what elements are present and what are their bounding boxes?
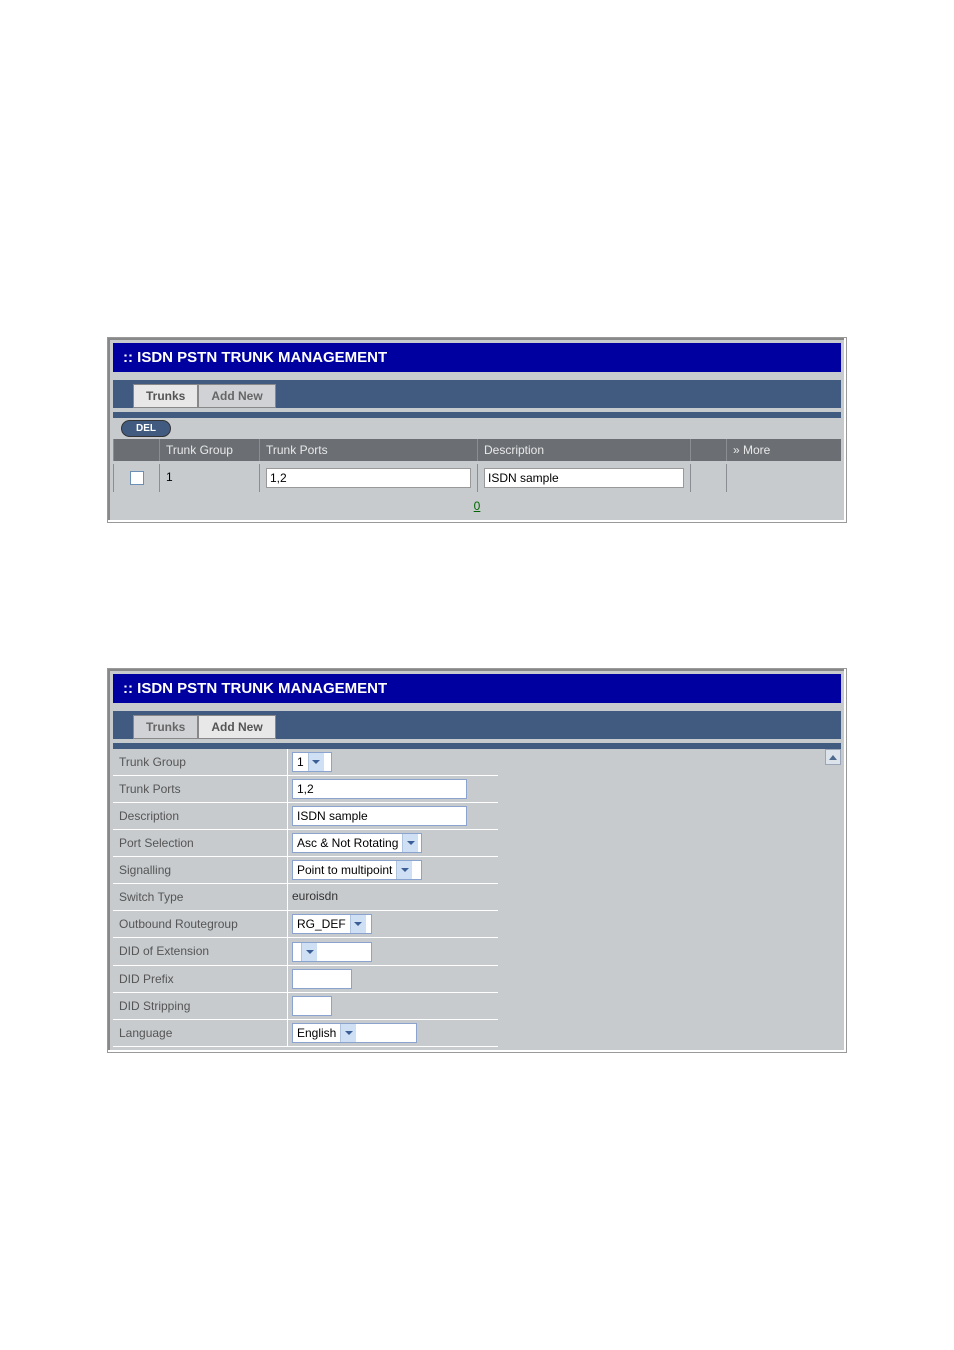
- panel-title: :: ISDN PSTN TRUNK MANAGEMENT: [113, 343, 841, 372]
- label-outbound-routegroup: Outbound Routegroup: [113, 911, 288, 937]
- field-did-stripping: [288, 993, 498, 1019]
- row-group: 1: [159, 464, 259, 492]
- form-row-trunk-ports: Trunk Ports: [113, 776, 498, 803]
- header-trunk-group: Trunk Group: [159, 439, 259, 461]
- form-container: Trunk Group 1 Trunk Ports Description: [113, 749, 841, 1047]
- label-description: Description: [113, 803, 288, 829]
- input-description[interactable]: [292, 806, 467, 826]
- more-link[interactable]: More: [733, 443, 770, 457]
- form-row-did-stripping: DID Stripping: [113, 993, 498, 1020]
- select-did-of-extension[interactable]: [292, 942, 372, 962]
- input-trunk-ports[interactable]: [292, 779, 467, 799]
- field-did-prefix: [288, 966, 498, 992]
- row-checkbox[interactable]: [130, 471, 144, 485]
- tab-add-new[interactable]: Add New: [198, 715, 275, 739]
- form-row-port-selection: Port Selection Asc & Not Rotating: [113, 830, 498, 857]
- select-language[interactable]: English: [292, 1023, 417, 1043]
- tab-trunks[interactable]: Trunks: [133, 715, 198, 739]
- toolbar: DEL: [113, 418, 841, 439]
- row-desc-cell: [477, 464, 690, 492]
- text-switch-type: euroisdn: [292, 887, 494, 905]
- select-signalling[interactable]: Point to multipoint: [292, 860, 422, 880]
- field-switch-type: euroisdn: [288, 884, 498, 910]
- tab-add-new[interactable]: Add New: [198, 384, 275, 408]
- row-spacer: [690, 464, 726, 492]
- chevron-down-icon: [340, 1024, 356, 1042]
- page-link[interactable]: 0: [474, 499, 481, 513]
- chevron-down-icon: [350, 915, 366, 933]
- select-text: 1: [293, 755, 308, 769]
- header-spacer: [690, 439, 726, 461]
- form-row-switch-type: Switch Type euroisdn: [113, 884, 498, 911]
- field-signalling: Point to multipoint: [288, 857, 498, 883]
- form-right: [498, 749, 841, 1047]
- table-row: 1: [113, 461, 841, 495]
- form-row-did-prefix: DID Prefix: [113, 966, 498, 993]
- tab-trunks[interactable]: Trunks: [133, 384, 198, 408]
- header-trunk-ports: Trunk Ports: [259, 439, 477, 461]
- select-text: English: [293, 1026, 340, 1040]
- form-row-language: Language English: [113, 1020, 498, 1047]
- header-more: More: [726, 439, 841, 461]
- field-trunk-group: 1: [288, 749, 498, 775]
- select-text: Asc & Not Rotating: [293, 836, 402, 850]
- field-port-selection: Asc & Not Rotating: [288, 830, 498, 856]
- label-language: Language: [113, 1020, 288, 1046]
- label-did-stripping: DID Stripping: [113, 993, 288, 1019]
- input-did-prefix[interactable]: [292, 969, 352, 989]
- form-row-trunk-group: Trunk Group 1: [113, 749, 498, 776]
- form-row-signalling: Signalling Point to multipoint: [113, 857, 498, 884]
- select-outbound-routegroup[interactable]: RG_DEF: [292, 914, 372, 934]
- field-outbound-routegroup: RG_DEF: [288, 911, 498, 937]
- chevron-down-icon: [402, 834, 418, 852]
- header-description: Description: [477, 439, 690, 461]
- scroll-up-button[interactable]: [825, 749, 841, 765]
- panel-title: :: ISDN PSTN TRUNK MANAGEMENT: [113, 674, 841, 703]
- label-trunk-ports: Trunk Ports: [113, 776, 288, 802]
- delete-button[interactable]: DEL: [121, 420, 171, 437]
- form-row-description: Description: [113, 803, 498, 830]
- form-left: Trunk Group 1 Trunk Ports Description: [113, 749, 498, 1047]
- row-more: [726, 464, 841, 492]
- row-checkbox-cell: [113, 464, 159, 492]
- row-ports-cell: [259, 464, 477, 492]
- select-trunk-group[interactable]: 1: [292, 752, 332, 772]
- field-language: English: [288, 1020, 498, 1046]
- row-ports-input[interactable]: [266, 468, 471, 488]
- select-text: Point to multipoint: [293, 863, 396, 877]
- form-row-did-of-extension: DID of Extension: [113, 938, 498, 966]
- label-did-prefix: DID Prefix: [113, 966, 288, 992]
- chevron-down-icon: [301, 943, 317, 961]
- label-did-of-extension: DID of Extension: [113, 938, 288, 965]
- row-desc-input[interactable]: [484, 468, 684, 488]
- trunk-management-panel-form: :: ISDN PSTN TRUNK MANAGEMENT Trunks Add…: [107, 668, 847, 1053]
- table-body: 1: [113, 461, 841, 495]
- field-did-of-extension: [288, 938, 498, 965]
- tab-row: Trunks Add New: [113, 711, 841, 739]
- label-switch-type: Switch Type: [113, 884, 288, 910]
- label-trunk-group: Trunk Group: [113, 749, 288, 775]
- select-text: RG_DEF: [293, 917, 350, 931]
- chevron-down-icon: [396, 861, 412, 879]
- field-description: [288, 803, 498, 829]
- tab-row: Trunks Add New: [113, 380, 841, 408]
- chevron-down-icon: [308, 753, 324, 771]
- input-did-stripping[interactable]: [292, 996, 332, 1016]
- table-header: Trunk Group Trunk Ports Description More: [113, 439, 841, 461]
- select-port-selection[interactable]: Asc & Not Rotating: [292, 833, 422, 853]
- pagination: 0: [113, 495, 841, 517]
- header-checkbox: [113, 439, 159, 461]
- label-port-selection: Port Selection: [113, 830, 288, 856]
- form-row-outbound-routegroup: Outbound Routegroup RG_DEF: [113, 911, 498, 938]
- trunk-management-panel-list: :: ISDN PSTN TRUNK MANAGEMENT Trunks Add…: [107, 337, 847, 523]
- field-trunk-ports: [288, 776, 498, 802]
- label-signalling: Signalling: [113, 857, 288, 883]
